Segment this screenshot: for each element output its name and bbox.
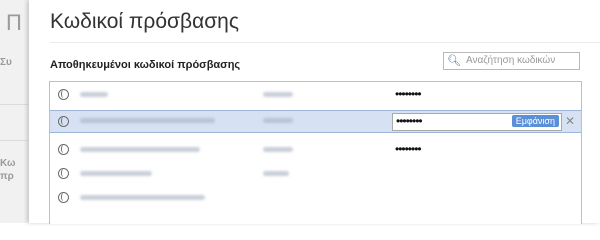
globe-icon xyxy=(58,192,69,203)
search-passwords-input[interactable]: 🔍︎ Αναζήτηση κωδικών xyxy=(443,52,580,70)
background-label: Συ xyxy=(0,57,12,68)
background-label: Κω πρ xyxy=(0,158,16,182)
globe-icon xyxy=(58,144,69,155)
show-password-button[interactable]: Εμφάνιση xyxy=(511,115,559,127)
username-redacted xyxy=(263,92,293,97)
password-mask: •••••••• xyxy=(396,114,423,128)
site-redacted xyxy=(80,147,200,152)
background-divider xyxy=(0,140,28,141)
passwords-dialog: Κωδικοί πρόσβασης Αποθηκευμένοι κωδικοί … xyxy=(29,0,600,224)
username-redacted xyxy=(263,147,293,152)
title-divider xyxy=(50,42,600,43)
username-redacted xyxy=(263,118,293,123)
globe-icon xyxy=(58,89,69,100)
password-mask: •••••••• xyxy=(395,87,422,101)
dialog-title: Κωδικοί πρόσβασης xyxy=(50,10,239,33)
list-item[interactable] xyxy=(50,164,581,185)
password-field[interactable]: •••••••• Εμφάνιση xyxy=(392,113,562,131)
site-redacted xyxy=(80,171,152,176)
background-title: Π xyxy=(6,10,22,35)
saved-passwords-label: Αποθηκευμένοι κωδικοί πρόσβασης xyxy=(50,59,241,71)
site-redacted xyxy=(80,92,108,97)
site-redacted xyxy=(80,118,215,123)
background-divider xyxy=(0,104,28,105)
list-item-selected[interactable]: •••••••• Εμφάνιση ✕ xyxy=(50,110,581,133)
list-item[interactable]: •••••••• xyxy=(50,85,581,106)
list-item[interactable]: •••••••• xyxy=(50,140,581,161)
search-placeholder: Αναζήτηση κωδικών xyxy=(466,55,556,66)
delete-icon[interactable]: ✕ xyxy=(565,114,575,128)
globe-icon xyxy=(58,168,69,179)
saved-passwords-list[interactable]: •••••••• •••••••• Εμφάνιση ✕ •••••••• xyxy=(49,81,582,224)
search-icon: 🔍︎ xyxy=(447,55,461,67)
username-redacted xyxy=(263,171,289,176)
site-redacted xyxy=(80,195,205,200)
password-mask: •••••••• xyxy=(395,142,422,156)
list-item[interactable] xyxy=(50,188,581,209)
globe-icon xyxy=(58,116,69,127)
